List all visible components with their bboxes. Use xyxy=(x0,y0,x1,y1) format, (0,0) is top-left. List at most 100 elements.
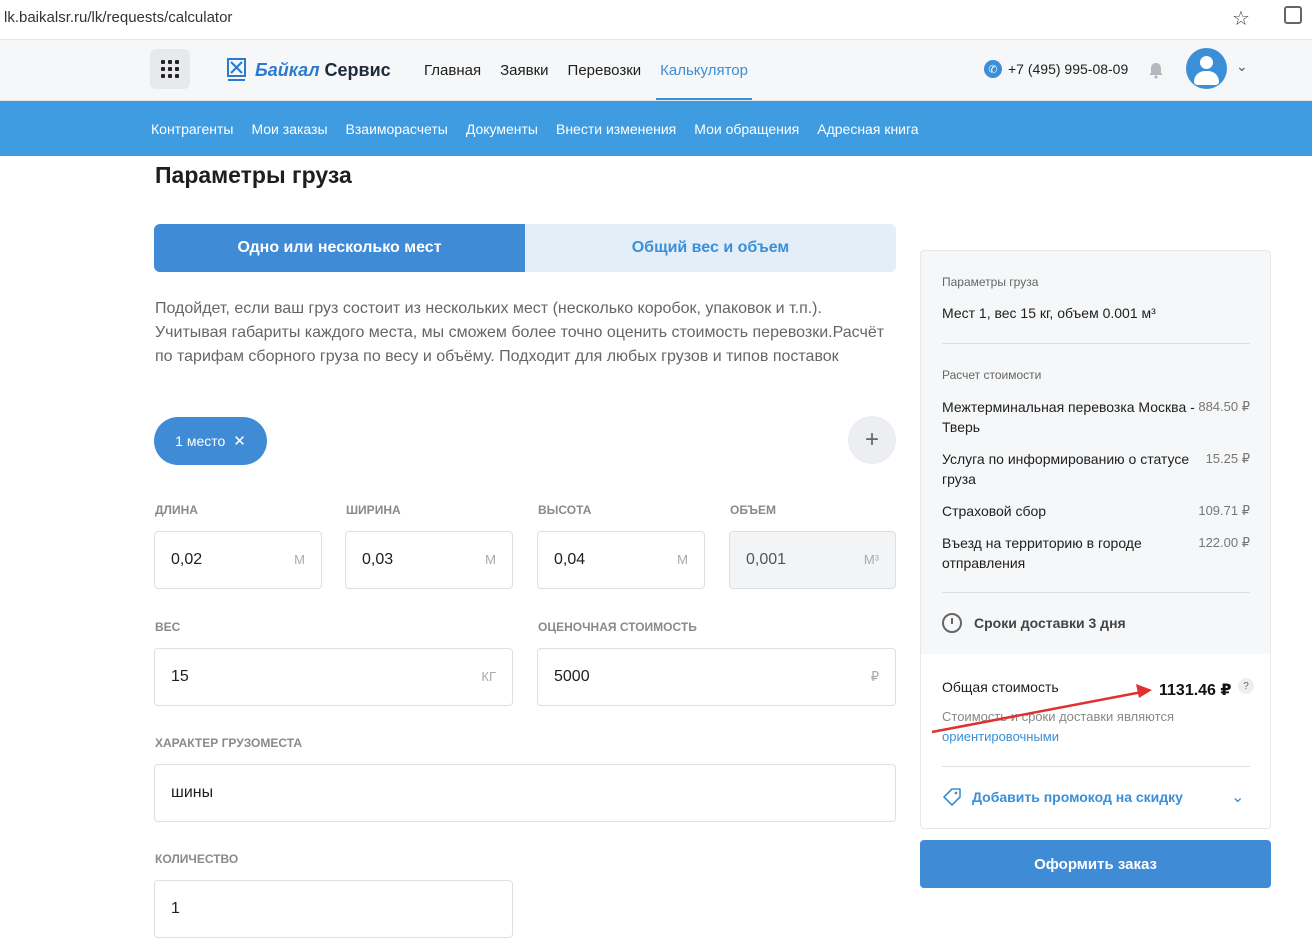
phone-link[interactable]: ✆ +7 (495) 995-08-09 xyxy=(984,60,1128,78)
subnav-item-documents[interactable]: Документы xyxy=(466,121,538,137)
subnav-item-my-orders[interactable]: Мои заказы xyxy=(251,121,327,137)
weight-label: ВЕС xyxy=(155,620,181,634)
nav-item-requests[interactable]: Заявки xyxy=(500,40,548,100)
cost-summary-panel: Параметры груза Мест 1, вес 15 кг, объем… xyxy=(920,250,1271,829)
tag-icon xyxy=(943,788,961,806)
subnav-item-my-requests[interactable]: Мои обращения xyxy=(694,121,799,137)
bell-icon[interactable] xyxy=(1147,61,1165,79)
add-place-button[interactable]: + xyxy=(848,416,896,464)
weight-unit: КГ xyxy=(481,669,496,684)
subnav-item-counterparties[interactable]: Контрагенты xyxy=(151,121,233,137)
total-note-text: Стоимость и сроки доставки являются xyxy=(942,709,1174,724)
length-value: 0,02 xyxy=(171,551,203,568)
volume-field: 0,001 М³ xyxy=(729,531,896,589)
declared-value-field[interactable]: 5000 ₽ xyxy=(537,648,896,706)
total-section: Общая стоимость 1131.46 ₽ ? Стоимость и … xyxy=(921,654,1270,828)
length-unit: М xyxy=(294,552,305,567)
ruble-icon: ₽ xyxy=(870,669,879,684)
extensions-icon[interactable] xyxy=(1284,6,1302,24)
cost-item-price: 122.00 ₽ xyxy=(1198,535,1250,550)
cost-row: Межтерминальная перевозка Москва - Тверь… xyxy=(942,397,1250,437)
height-field[interactable]: 0,04 М xyxy=(537,531,705,589)
chevron-down-icon[interactable]: ⌄ xyxy=(1236,58,1248,75)
mode-tabs: Одно или несколько мест Общий вес и объе… xyxy=(154,224,896,272)
cost-item-name: Въезд на территорию в городе отправления xyxy=(942,535,1142,571)
cost-row: Въезд на территорию в городе отправления… xyxy=(942,533,1250,573)
phone-icon: ✆ xyxy=(984,60,1002,78)
volume-value: 0,001 xyxy=(746,551,787,568)
place-chip[interactable]: 1 место ✕ xyxy=(154,417,267,465)
tab-total-weight-volume[interactable]: Общий вес и объем xyxy=(525,224,896,272)
cost-item-name: Межтерминальная перевозка Москва - Тверь xyxy=(942,399,1195,435)
width-unit: М xyxy=(485,552,496,567)
cost-item-price: 884.50 ₽ xyxy=(1198,399,1250,414)
params-summary: Мест 1, вес 15 кг, объем 0.001 м³ xyxy=(942,305,1156,321)
mode-description: Подойдет, если ваш груз состоит из неско… xyxy=(155,300,885,365)
subnav-item-settlements[interactable]: Взаиморасчеты xyxy=(346,121,448,137)
volume-unit: М³ xyxy=(863,552,879,567)
length-label: ДЛИНА xyxy=(155,503,198,517)
main-nav: Главная Заявки Перевозки Калькулятор xyxy=(424,40,752,100)
logo[interactable]: Байкал Сервис xyxy=(227,58,391,82)
quantity-label: КОЛИЧЕСТВО xyxy=(155,852,239,866)
total-note: Стоимость и сроки доставки являются орие… xyxy=(942,707,1242,747)
delivery-time-text: Сроки доставки 3 дня xyxy=(974,615,1126,631)
site-header: Байкал Сервис Главная Заявки Перевозки К… xyxy=(0,40,1312,101)
chevron-down-icon[interactable]: ⌄ xyxy=(1231,787,1244,807)
volume-label: ОБЪЕМ xyxy=(730,503,776,517)
cost-item-price: 109.71 ₽ xyxy=(1198,503,1250,518)
subnav-item-address-book[interactable]: Адресная книга xyxy=(817,121,918,137)
cargo-type-value: шины xyxy=(171,784,214,801)
declared-value-value: 5000 xyxy=(554,668,590,685)
height-label: ВЫСОТА xyxy=(538,503,592,517)
logo-text: Байкал Сервис xyxy=(255,59,391,80)
nav-item-shipments[interactable]: Перевозки xyxy=(568,40,642,100)
delivery-time: Сроки доставки 3 дня xyxy=(942,613,1126,633)
divider xyxy=(942,592,1250,593)
total-label: Общая стоимость xyxy=(942,679,1059,695)
declared-value-label: ОЦЕНОЧНАЯ СТОИМОСТЬ xyxy=(538,620,697,634)
help-icon[interactable]: ? xyxy=(1238,678,1254,694)
length-field[interactable]: 0,02 М xyxy=(154,531,322,589)
width-field[interactable]: 0,03 М xyxy=(345,531,513,589)
phone-number: +7 (495) 995-08-09 xyxy=(1008,61,1129,77)
height-unit: М xyxy=(677,552,688,567)
height-value: 0,04 xyxy=(554,551,586,568)
page-title: Параметры груза xyxy=(155,162,352,188)
calc-section-label: Расчет стоимости xyxy=(942,368,1042,382)
divider xyxy=(942,766,1250,767)
cost-item-name: Услуга по информированию о статусе груза xyxy=(942,451,1190,487)
logo-mark-icon xyxy=(227,58,246,81)
close-icon[interactable]: ✕ xyxy=(233,432,246,450)
cost-row: Страховой сбор 109.71 ₽ xyxy=(942,501,1250,521)
promo-code-toggle[interactable]: Добавить промокод на скидку xyxy=(942,787,1183,807)
clock-icon xyxy=(942,613,962,633)
total-value: 1131.46 ₽ xyxy=(1159,682,1232,699)
cost-item-name: Страховой сбор xyxy=(942,503,1047,519)
tab-one-or-several-places[interactable]: Одно или несколько мест xyxy=(154,224,525,272)
browser-address-bar: lk.baikalsr.ru/lk/requests/calculator ☆ xyxy=(0,0,1312,40)
approximate-link[interactable]: ориентировочными xyxy=(942,729,1059,744)
url-text[interactable]: lk.baikalsr.ru/lk/requests/calculator xyxy=(4,9,232,26)
width-label: ШИРИНА xyxy=(346,503,401,517)
weight-field[interactable]: 15 КГ xyxy=(154,648,513,706)
promo-code-label: Добавить промокод на скидку xyxy=(972,789,1183,805)
weight-value: 15 xyxy=(171,668,189,685)
place-chip-label: 1 место xyxy=(175,433,226,449)
plus-icon: + xyxy=(864,426,879,453)
cargo-type-field[interactable]: шины xyxy=(154,764,896,822)
secondary-nav: Контрагенты Мои заказы Взаиморасчеты Док… xyxy=(0,101,1312,156)
nav-item-calculator[interactable]: Калькулятор xyxy=(656,40,752,100)
subnav-item-make-changes[interactable]: Внести изменения xyxy=(556,121,676,137)
divider xyxy=(942,343,1250,344)
cargo-type-label: ХАРАКТЕР ГРУЗОМЕСТА xyxy=(155,736,302,750)
bookmark-star-icon[interactable]: ☆ xyxy=(1232,6,1250,31)
place-order-button[interactable]: Оформить заказ xyxy=(920,840,1271,888)
apps-grid-icon[interactable] xyxy=(150,49,190,89)
avatar[interactable] xyxy=(1186,48,1227,89)
cost-row: Услуга по информированию о статусе груза… xyxy=(942,449,1250,489)
nav-item-home[interactable]: Главная xyxy=(424,40,481,100)
quantity-field[interactable]: 1 xyxy=(154,880,513,938)
width-value: 0,03 xyxy=(362,551,394,568)
params-section-label: Параметры груза xyxy=(942,275,1039,289)
